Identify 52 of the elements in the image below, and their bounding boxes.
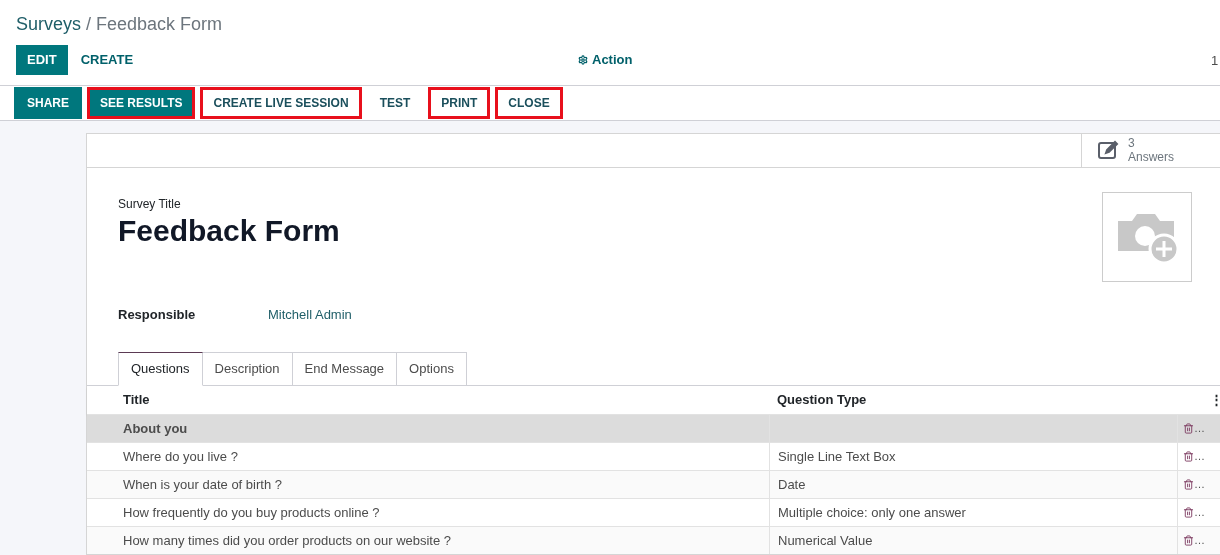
table-cell-text: When is your date of birth ? [122, 475, 283, 494]
action-overflow: … [1194, 477, 1205, 493]
status-bar-button[interactable]: PRINT [428, 87, 491, 119]
breadcrumb-separator: / [86, 13, 92, 36]
trash-icon [1183, 507, 1194, 518]
create-button[interactable]: CREATE [69, 45, 145, 75]
table-cell-text: Multiple choice: only one answer [778, 503, 966, 522]
table-cell-text: Where do you live ? [122, 447, 239, 466]
table-row[interactable]: When is your date of birth ? Date … [87, 470, 1220, 498]
action-overflow: … [1194, 505, 1205, 521]
edit-icon [1098, 140, 1120, 161]
status-bar-button[interactable]: TEST [366, 87, 424, 119]
answers-count: 3 [1128, 136, 1136, 151]
image-placeholder[interactable] [1102, 191, 1192, 282]
table-row[interactable]: How many times did you order products on our website ? Numerical Value … [87, 526, 1220, 554]
field-label: Responsible [118, 305, 197, 324]
gear-icon [578, 55, 588, 65]
pager-value: 1 [1211, 52, 1219, 70]
status-bar-button[interactable]: SHARE [14, 87, 82, 119]
tab[interactable]: Questions [118, 352, 203, 386]
status-bar-button[interactable]: SEE RESULTS [87, 87, 196, 119]
column-header[interactable]: Question Type [769, 390, 1210, 410]
trash-icon [1183, 535, 1194, 546]
edit-button[interactable]: EDIT [16, 45, 68, 75]
status-bar-button[interactable]: CREATE LIVE SESSION [200, 87, 362, 119]
column-menu[interactable]: ⋮ [1210, 390, 1220, 410]
table-cell-text: Date [778, 475, 806, 494]
action-overflow: … [1194, 421, 1205, 437]
breadcrumb-current: Feedback Form [96, 13, 223, 36]
trash-icon [1183, 479, 1194, 490]
table-cell-text: About you [122, 419, 189, 438]
trash-icon [1183, 423, 1194, 434]
action-overflow: … [1194, 449, 1205, 465]
tab[interactable]: Options [396, 352, 467, 386]
column-header[interactable]: Title [87, 390, 769, 410]
action-menu[interactable]: Action [578, 47, 633, 73]
table-cell-text: Single Line Text Box [778, 447, 896, 466]
breadcrumb-link[interactable]: Surveys [16, 11, 82, 40]
table-cell-text: Numerical Value [778, 531, 873, 550]
answers-stat-button[interactable]: 3 Answers [1081, 134, 1220, 167]
trash-icon [1183, 451, 1194, 462]
answers-label: Answers [1128, 150, 1174, 165]
table-row[interactable]: How frequently do you buy products online ? Multiple choice: only one answer … [87, 498, 1220, 526]
field-label: Survey Title [118, 195, 182, 213]
status-bar-button[interactable]: CLOSE [495, 87, 563, 119]
action-overflow: … [1194, 533, 1205, 549]
survey-title: Feedback Form [118, 212, 340, 249]
section-row[interactable]: About you … [87, 414, 1220, 442]
table-cell-text: How many times did you order products on our website ? [122, 531, 453, 550]
responsible-link[interactable]: Mitchell Admin [268, 304, 352, 324]
table-cell-text: How frequently do you buy products online ? [122, 503, 381, 522]
table-row[interactable]: Where do you live ? Single Line Text Box … [87, 442, 1220, 470]
